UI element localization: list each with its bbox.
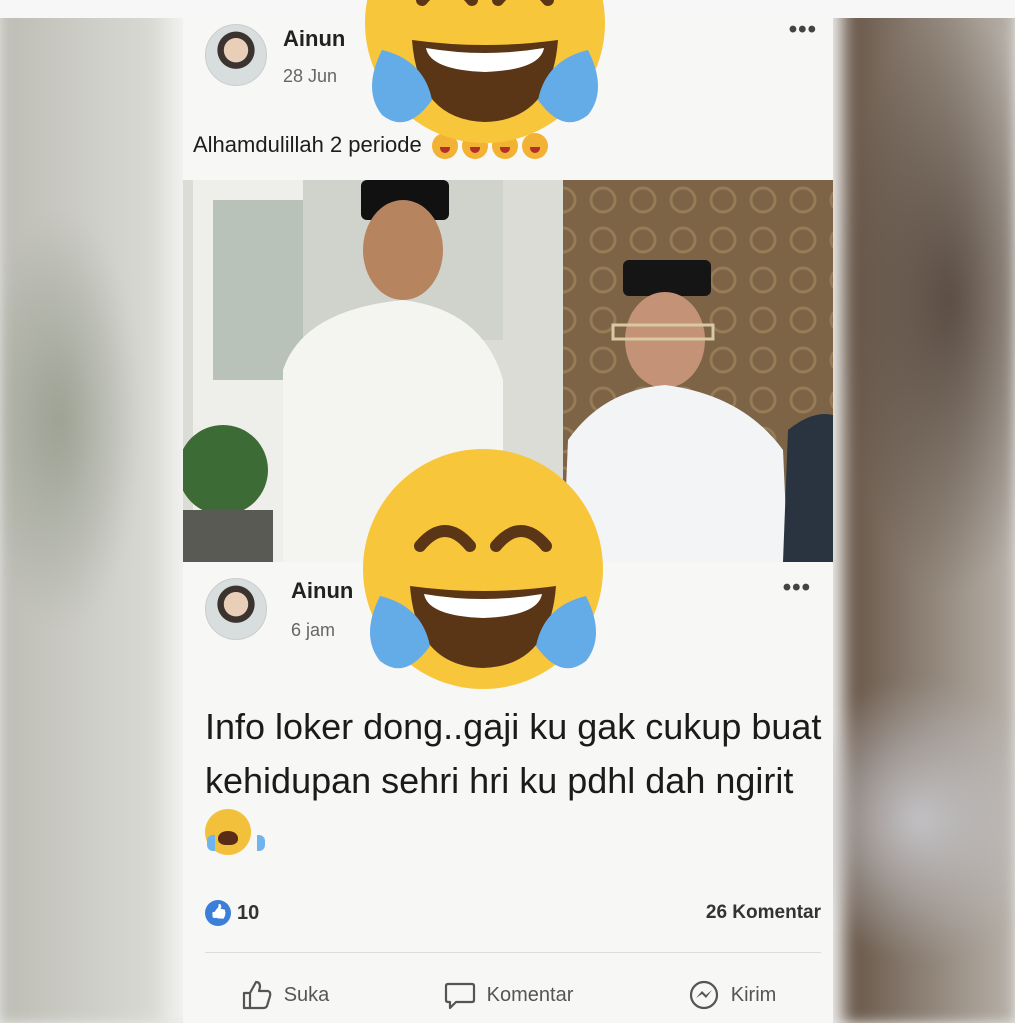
more-dots-icon[interactable]: ••• — [783, 574, 811, 602]
post-body-text: Info loker dong..gaji ku gak cukup buat … — [205, 706, 822, 801]
post-timestamp: 28 Jun — [283, 66, 338, 86]
post-timestamp: 6 jam — [291, 620, 336, 640]
like-badge-icon — [205, 900, 231, 926]
author-name[interactable]: Ainun — [283, 26, 345, 52]
divider — [205, 952, 821, 953]
action-bar: Suka Komentar Kirim — [183, 972, 833, 1018]
more-dots-icon[interactable]: ••• — [789, 16, 817, 44]
avatar[interactable] — [205, 24, 267, 86]
post-text: Info loker dong..gaji ku gak cukup buat … — [205, 700, 825, 862]
author-name[interactable]: Ainun — [291, 578, 353, 604]
laughing-tears-emoji-icon — [365, 0, 605, 143]
reaction-summary[interactable]: 10 — [205, 900, 259, 926]
thumbs-up-icon — [242, 980, 272, 1010]
laughing-tears-emoji-icon — [363, 449, 603, 689]
like-button[interactable]: Suka — [240, 978, 330, 1012]
like-count: 10 — [237, 901, 260, 924]
comment-count[interactable]: 26 Komentar — [706, 902, 821, 924]
crying-emoji-icon — [205, 809, 265, 855]
like-label: Suka — [283, 983, 330, 1006]
comment-button[interactable]: Komentar — [443, 978, 574, 1012]
send-button[interactable]: Kirim — [687, 978, 777, 1012]
messenger-icon — [689, 980, 718, 1010]
comment-bubble-icon — [444, 982, 475, 1010]
avatar[interactable] — [205, 578, 267, 640]
send-label: Kirim — [730, 983, 777, 1006]
comment-label: Komentar — [486, 983, 574, 1006]
